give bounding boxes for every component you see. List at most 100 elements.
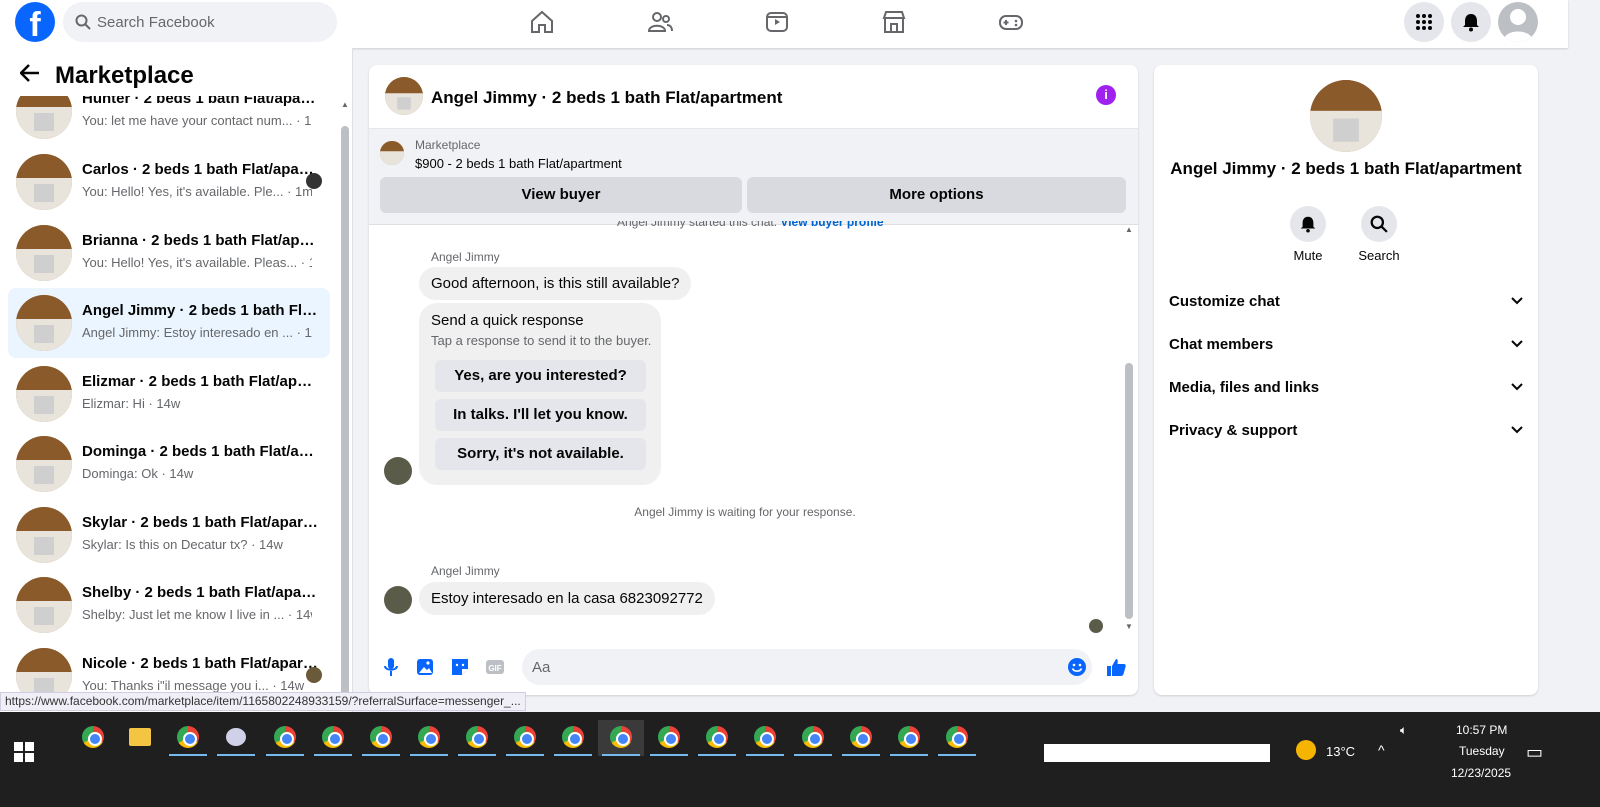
chrome-profile-taskbar-icon[interactable] bbox=[310, 720, 356, 756]
notifications-center-icon[interactable]: ▭ bbox=[1526, 742, 1543, 763]
chrome-profile-taskbar-icon[interactable] bbox=[934, 720, 980, 756]
chrome-profile-taskbar-icon[interactable] bbox=[694, 720, 740, 756]
more-options-button[interactable]: More options bbox=[747, 177, 1126, 213]
chevron-down-icon bbox=[1511, 383, 1523, 391]
listing-thumbnail[interactable] bbox=[385, 77, 423, 115]
windows-start-icon[interactable] bbox=[14, 742, 34, 762]
conversation-item[interactable]: Skylar · 2 beds 1 bath Flat/apartment Sk… bbox=[8, 500, 330, 570]
read-receipt-avatar bbox=[1089, 619, 1103, 633]
quick-response-button[interactable]: Yes, are you interested? bbox=[435, 360, 646, 392]
conversation-item[interactable]: Brianna · 2 beds 1 bath Flat/apartment Y… bbox=[8, 218, 330, 288]
mute-label: Mute bbox=[1293, 248, 1323, 263]
chrome-profile-taskbar-icon[interactable] bbox=[262, 720, 308, 756]
gif-icon[interactable]: GIF bbox=[484, 656, 506, 678]
conversation-item[interactable]: Carlos · 2 beds 1 bath Flat/apartment Yo… bbox=[8, 147, 330, 217]
link-status-bar: https://www.facebook.com/marketplace/ite… bbox=[0, 692, 526, 711]
buyer-avatar[interactable] bbox=[384, 457, 412, 485]
chat-panel: Angel Jimmy · 2 beds 1 bath Flat/apartme… bbox=[369, 65, 1138, 695]
chrome-profile-taskbar-icon[interactable] bbox=[838, 720, 884, 756]
listing-thumbnail bbox=[16, 436, 72, 492]
view-buyer-button[interactable]: View buyer bbox=[380, 177, 742, 213]
conversation-item[interactable]: Elizmar · 2 beds 1 bath Flat/apartment E… bbox=[8, 359, 330, 429]
privacy-support-row[interactable]: Privacy & support bbox=[1169, 416, 1524, 446]
chrome-profile-taskbar-icon-active[interactable] bbox=[598, 720, 644, 756]
chat-title[interactable]: Angel Jimmy · 2 beds 1 bath Flat/apartme… bbox=[431, 88, 782, 108]
microphone-icon[interactable] bbox=[380, 656, 402, 678]
message-input[interactable] bbox=[522, 649, 1092, 685]
like-icon[interactable] bbox=[1105, 656, 1127, 678]
listing-thumbnail bbox=[16, 577, 72, 633]
quick-response-button[interactable]: Sorry, it's not available. bbox=[435, 438, 646, 470]
scroll-up-arrow[interactable]: ▲ bbox=[341, 100, 349, 109]
chrome-profile-taskbar-icon[interactable] bbox=[742, 720, 788, 756]
listing-thumbnail bbox=[380, 141, 404, 165]
conversation-name: Skylar · 2 beds 1 bath Flat/apartment bbox=[82, 514, 318, 531]
customize-chat-row[interactable]: Customize chat bbox=[1169, 287, 1524, 317]
svg-text:GIF: GIF bbox=[488, 664, 501, 673]
facebook-logo[interactable]: f bbox=[15, 2, 55, 42]
sidebar-scrollbar[interactable] bbox=[341, 126, 349, 710]
conversation-name: Elizmar · 2 beds 1 bath Flat/apartment bbox=[82, 373, 318, 390]
gaming-icon[interactable] bbox=[997, 8, 1025, 36]
message-sender: Angel Jimmy bbox=[431, 564, 500, 578]
conversation-item[interactable]: Dominga · 2 beds 1 bath Flat/apartment D… bbox=[8, 429, 330, 499]
menu-grid-button[interactable] bbox=[1404, 2, 1444, 42]
conversation-preview: You: Hello! Yes, it's available. Pleas..… bbox=[82, 255, 312, 270]
scroll-up-arrow[interactable]: ▲ bbox=[1125, 225, 1133, 234]
clock-day[interactable]: Tuesday bbox=[1459, 744, 1505, 758]
sticker-icon[interactable] bbox=[449, 656, 471, 678]
conversation-name: Nicole · 2 beds 1 bath Flat/apartment bbox=[82, 655, 318, 672]
conversation-preview: Elizmar: Hi · 14w bbox=[82, 396, 181, 411]
profile-avatar[interactable] bbox=[1498, 2, 1538, 42]
conversation-item-active[interactable]: Angel Jimmy · 2 beds 1 bath Flat/apartme… bbox=[8, 288, 330, 358]
chrome-profile-taskbar-icon[interactable] bbox=[886, 720, 932, 756]
clock-date[interactable]: 12/23/2025 bbox=[1451, 766, 1511, 780]
message-composer: GIF bbox=[369, 645, 1138, 695]
app-taskbar-icon[interactable] bbox=[213, 720, 259, 756]
tray-expand-icon[interactable]: ^ bbox=[1378, 742, 1385, 758]
moon-icon bbox=[1296, 740, 1316, 760]
scroll-down-arrow[interactable]: ▼ bbox=[1125, 622, 1133, 631]
chat-members-row[interactable]: Chat members bbox=[1169, 330, 1524, 360]
taskbar-address-box[interactable] bbox=[1044, 744, 1270, 762]
search-input[interactable] bbox=[97, 2, 327, 42]
chrome-profile-taskbar-icon[interactable] bbox=[550, 720, 596, 756]
chrome-profile-taskbar-icon[interactable] bbox=[358, 720, 404, 756]
media-files-links-row[interactable]: Media, files and links bbox=[1169, 373, 1524, 403]
marketplace-icon[interactable] bbox=[880, 8, 908, 36]
chevron-down-icon bbox=[1511, 426, 1523, 434]
chrome-profile-taskbar-icon[interactable] bbox=[790, 720, 836, 756]
mute-button[interactable]: Mute bbox=[1278, 206, 1338, 263]
chrome-profile-taskbar-icon[interactable] bbox=[165, 720, 211, 756]
windows-taskbar: 13°C ^ 🔈︎ 10:57 PM Tuesday 12/23/2025 ▭ bbox=[0, 712, 1600, 807]
volume-icon[interactable]: 🔈︎ bbox=[1400, 723, 1407, 738]
emoji-icon[interactable] bbox=[1066, 656, 1088, 678]
search-in-chat-button[interactable]: Search bbox=[1349, 206, 1409, 263]
chrome-profile-taskbar-icon[interactable] bbox=[502, 720, 548, 756]
seen-avatar bbox=[306, 173, 322, 189]
weather-temperature[interactable]: 13°C bbox=[1326, 744, 1355, 759]
chat-scrollbar[interactable] bbox=[1125, 363, 1133, 619]
buyer-avatar[interactable] bbox=[384, 586, 412, 614]
chrome-profile-taskbar-icon[interactable] bbox=[454, 720, 500, 756]
listing-thumbnail bbox=[16, 154, 72, 210]
home-icon[interactable] bbox=[528, 8, 556, 36]
conversation-item[interactable]: Shelby · 2 beds 1 bath Flat/apartment Sh… bbox=[8, 570, 330, 640]
file-explorer-taskbar-icon[interactable] bbox=[117, 720, 163, 756]
chrome-profile-taskbar-icon[interactable] bbox=[406, 720, 452, 756]
bell-icon bbox=[1463, 14, 1479, 32]
quick-response-button[interactable]: In talks. I'll let you know. bbox=[435, 399, 646, 431]
section-label: Customize chat bbox=[1169, 293, 1280, 310]
friends-icon[interactable] bbox=[646, 8, 674, 36]
chrome-taskbar-icon[interactable] bbox=[70, 720, 116, 756]
chevron-down-icon bbox=[1511, 340, 1523, 348]
video-icon[interactable] bbox=[763, 8, 791, 36]
notifications-button[interactable] bbox=[1451, 2, 1491, 42]
clock-time[interactable]: 10:57 PM bbox=[1456, 723, 1507, 737]
search-box[interactable] bbox=[63, 2, 337, 42]
conversation-name: Carlos · 2 beds 1 bath Flat/apartment bbox=[82, 161, 318, 178]
chrome-profile-taskbar-icon[interactable] bbox=[646, 720, 692, 756]
photo-icon[interactable] bbox=[414, 656, 436, 678]
back-arrow-icon[interactable] bbox=[20, 64, 40, 82]
info-icon[interactable]: i bbox=[1096, 85, 1116, 105]
